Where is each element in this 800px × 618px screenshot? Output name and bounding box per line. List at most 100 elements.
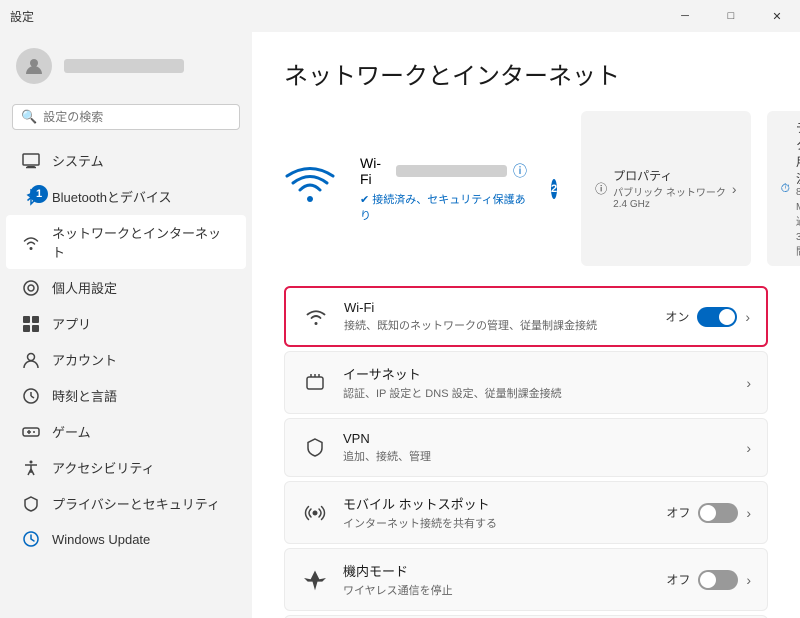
settings-item-hotspot[interactable]: モバイル ホットスポット インターネット接続を共有する オフ › xyxy=(284,481,768,544)
properties-label: プロパティ xyxy=(613,167,726,184)
apps-icon xyxy=(22,315,40,333)
datetime-icon xyxy=(22,387,40,405)
chevron-icon-wifi: › xyxy=(745,309,750,325)
wifi-title: Wi-Fi xyxy=(344,300,665,315)
airplane-text: 機内モード ワイヤレス通信を停止 xyxy=(343,561,666,598)
wifi-large-icon xyxy=(284,162,336,215)
titlebar-title: 設定 xyxy=(10,8,34,25)
titlebar-controls: ─ □ ✕ xyxy=(662,0,800,32)
minimize-button[interactable]: ─ xyxy=(662,0,708,32)
sidebar-item-label: Bluetoothとデバイス xyxy=(52,187,172,206)
close-button[interactable]: ✕ xyxy=(754,0,800,32)
page-title: ネットワークとインターネット xyxy=(284,56,768,91)
sidebar-item-label: ネットワークとインターネット xyxy=(52,223,230,261)
titlebar: 設定 ─ □ ✕ xyxy=(0,0,800,32)
wifi-text: Wi-Fi 接続、既知のネットワークの管理、従量制課金接続 xyxy=(344,300,665,333)
sidebar-item-label: アプリ xyxy=(52,314,91,333)
ethernet-right: › xyxy=(746,375,751,391)
ethernet-title: イーサネット xyxy=(343,364,746,383)
maximize-button[interactable]: □ xyxy=(708,0,754,32)
sidebar-item-system[interactable]: システム xyxy=(6,143,246,178)
ethernet-desc: 認証、IP 設定と DNS 設定、従量制課金接続 xyxy=(343,385,746,401)
search-input[interactable] xyxy=(43,110,231,124)
wifi-info: Wi-Fi ⓘ ✔ 接続済み、セキュリティ保護あり xyxy=(360,155,527,223)
wifi-label: Wi-Fi xyxy=(360,155,390,187)
search-box[interactable]: 🔍 xyxy=(12,104,240,130)
vpn-desc: 追加、接続、管理 xyxy=(343,448,746,464)
sidebar-item-label: 時刻と言語 xyxy=(52,386,117,405)
sidebar-item-label: アクセシビリティ xyxy=(52,458,155,477)
update-icon xyxy=(22,530,40,548)
wifi-right: オン › xyxy=(665,307,750,327)
chevron-icon-ethernet: › xyxy=(746,375,751,391)
info-icon: ⓘ xyxy=(513,161,527,181)
toggle-label-hotspot: オフ xyxy=(666,504,690,521)
sidebar-item-personalize[interactable]: 個人用設定 xyxy=(6,270,246,305)
settings-item-ethernet[interactable]: イーサネット 認証、IP 設定と DNS 設定、従量制課金接続 › xyxy=(284,351,768,414)
sidebar-item-label: アカウント xyxy=(52,350,117,369)
sidebar-item-label: 個人用設定 xyxy=(52,278,117,297)
hotspot-right: オフ › xyxy=(666,503,751,523)
data-usage-label: データ使用状況 xyxy=(796,119,800,187)
hotspot-title: モバイル ホットスポット xyxy=(343,494,666,513)
badge-2: 2 xyxy=(551,179,557,199)
chevron-icon-vpn: › xyxy=(746,440,751,456)
toggle-airplane[interactable] xyxy=(698,570,738,590)
wifi-status-text: ✔ 接続済み、セキュリティ保護あり xyxy=(360,191,527,223)
ssid-name-bar xyxy=(396,165,507,177)
toggle-label-wifi: オン xyxy=(665,308,689,325)
vpn-title: VPN xyxy=(343,431,746,446)
settings-list: Wi-Fi 接続、既知のネットワークの管理、従量制課金接続 オン › イーサネッ… xyxy=(284,286,768,618)
properties-button[interactable]: ⓘ プロパティ パブリック ネットワーク 2.4 GHz › xyxy=(581,111,750,266)
personalize-icon xyxy=(22,279,40,297)
privacy-icon xyxy=(22,495,40,513)
sidebar: 🔍 システム Bluetoothとデバイス1 ネットワークとインターネット 個人… xyxy=(0,32,252,618)
sidebar-item-accessibility[interactable]: アクセシビリティ xyxy=(6,450,246,485)
airplane-desc: ワイヤレス通信を停止 xyxy=(343,582,666,598)
vpn-text: VPN 追加、接続、管理 xyxy=(343,431,746,464)
sidebar-item-label: プライバシーとセキュリティ xyxy=(52,494,220,513)
accessibility-icon xyxy=(22,459,40,477)
chevron-right-icon: › xyxy=(732,181,737,197)
hotspot-icon xyxy=(301,499,329,527)
sidebar-item-gaming[interactable]: ゲーム xyxy=(6,414,246,449)
chevron-icon-airplane: › xyxy=(746,572,751,588)
ssid-row: Wi-Fi ⓘ xyxy=(360,155,527,187)
search-icon: 🔍 xyxy=(21,109,37,125)
toggle-hotspot[interactable] xyxy=(698,503,738,523)
settings-window: 設定 ─ □ ✕ 🔍 システム Bluetoothとデバ xyxy=(0,0,800,618)
properties-icon: ⓘ xyxy=(595,180,607,197)
data-usage-button[interactable]: ⏱ データ使用状況 826 MB、過去 30 日間 › xyxy=(767,111,800,266)
accounts-icon xyxy=(22,351,40,369)
sidebar-item-label: Windows Update xyxy=(52,532,150,547)
network-icon xyxy=(22,233,40,251)
sidebar-item-apps[interactable]: アプリ xyxy=(6,306,246,341)
airplane-icon xyxy=(301,566,329,594)
hotspot-desc: インターネット接続を共有する xyxy=(343,515,666,531)
sidebar-item-network[interactable]: ネットワークとインターネット xyxy=(6,215,246,269)
hotspot-text: モバイル ホットスポット インターネット接続を共有する xyxy=(343,494,666,531)
gaming-icon xyxy=(22,423,40,441)
sidebar-item-privacy[interactable]: プライバシーとセキュリティ xyxy=(6,486,246,521)
top-card-actions: ⓘ プロパティ パブリック ネットワーク 2.4 GHz › ⏱ データ使用状況… xyxy=(581,111,800,266)
vpn-icon xyxy=(301,434,329,462)
chevron-icon-hotspot: › xyxy=(746,505,751,521)
wifi-icon xyxy=(302,303,330,331)
sidebar-header xyxy=(0,40,252,100)
sidebar-item-datetime[interactable]: 時刻と言語 xyxy=(6,378,246,413)
titlebar-left: 設定 xyxy=(10,8,34,25)
settings-item-vpn[interactable]: VPN 追加、接続、管理 › xyxy=(284,418,768,477)
sidebar-item-bluetooth[interactable]: Bluetoothとデバイス1 xyxy=(6,179,246,214)
sidebar-item-accounts[interactable]: アカウント xyxy=(6,342,246,377)
settings-item-airplane[interactable]: 機内モード ワイヤレス通信を停止 オフ › xyxy=(284,548,768,611)
properties-subtitle: パブリック ネットワーク 2.4 GHz xyxy=(613,184,726,210)
check-icon: ✔ xyxy=(360,194,372,206)
settings-item-wifi[interactable]: Wi-Fi 接続、既知のネットワークの管理、従量制課金接続 オン › xyxy=(284,286,768,347)
toggle-wifi[interactable] xyxy=(697,307,737,327)
main-content: ネットワークとインターネット Wi-Fi ⓘ xyxy=(252,32,800,618)
sidebar-item-label: ゲーム xyxy=(52,422,91,441)
wifi-status-card: Wi-Fi ⓘ ✔ 接続済み、セキュリティ保護あり 2 ⓘ プロパティ xyxy=(284,111,768,266)
badge-bluetooth: 1 xyxy=(30,185,48,203)
wifi-desc: 接続、既知のネットワークの管理、従量制課金接続 xyxy=(344,317,665,333)
sidebar-item-update[interactable]: Windows Update xyxy=(6,522,246,556)
